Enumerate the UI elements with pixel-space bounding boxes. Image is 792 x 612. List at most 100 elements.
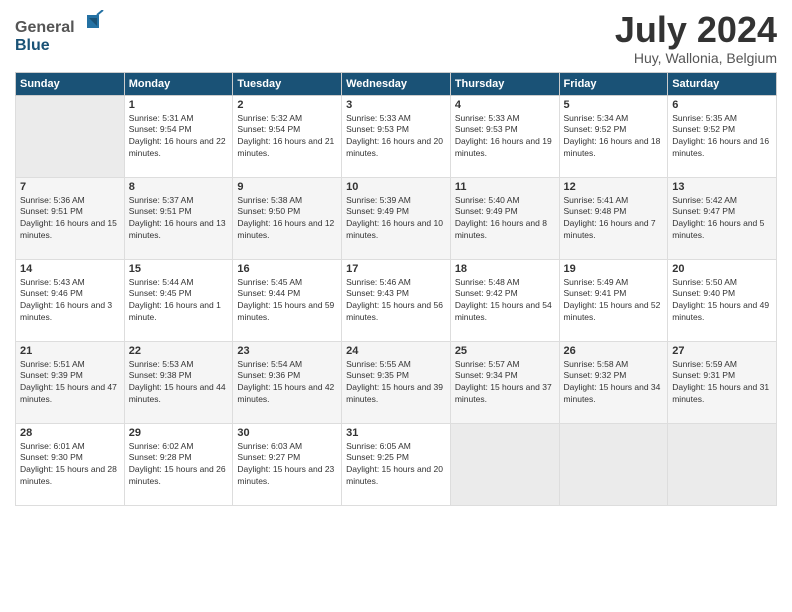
day-number: 2 <box>237 99 337 111</box>
calendar-cell: 27 Sunrise: 5:59 AMSunset: 9:31 PMDayligh… <box>668 341 777 423</box>
calendar-cell: 8Sunrise: 5:37 AMSunset: 9:51 PMDaylight… <box>124 177 233 259</box>
day-info: Sunrise: 5:45 AMSunset: 9:44 PMDaylight:… <box>237 277 337 325</box>
day-number: 12 <box>564 181 664 193</box>
calendar-cell <box>559 423 668 505</box>
day-info: Sunrise: 5:32 AMSunset: 9:54 PMDaylight:… <box>237 113 337 161</box>
calendar-cell: 1Sunrise: 5:31 AMSunset: 9:54 PMDaylight… <box>124 95 233 177</box>
location-title: Huy, Wallonia, Belgium <box>615 50 777 66</box>
calendar-container: General Blue July 2024 Huy, Wallonia, Be… <box>0 0 792 516</box>
day-number: 28 <box>20 427 120 439</box>
logo-text: General Blue <box>15 10 105 60</box>
day-number: 17 <box>346 263 446 275</box>
day-number: 1 <box>129 99 229 111</box>
day-info: Sunrise: 5:39 AMSunset: 9:49 PMDaylight:… <box>346 195 446 243</box>
calendar-cell: 3 Sunrise: 5:33 AMSunset: 9:53 PMDaylight… <box>342 95 451 177</box>
weekday-header: Monday <box>124 72 233 95</box>
calendar-cell: 16 Sunrise: 5:45 AMSunset: 9:44 PMDayligh… <box>233 259 342 341</box>
day-info: Sunrise: 5:54 AMSunset: 9:36 PMDaylight:… <box>237 359 337 407</box>
day-number: 18 <box>455 263 555 275</box>
weekday-header: Wednesday <box>342 72 451 95</box>
day-number: 30 <box>237 427 337 439</box>
calendar-cell: 12 Sunrise: 5:41 AMSunset: 9:48 PMDayligh… <box>559 177 668 259</box>
day-info: Sunrise: 5:46 AMSunset: 9:43 PMDaylight:… <box>346 277 446 325</box>
title-area: July 2024 Huy, Wallonia, Belgium <box>615 10 777 66</box>
day-number: 15 <box>129 263 229 275</box>
day-number: 25 <box>455 345 555 357</box>
weekday-header: Tuesday <box>233 72 342 95</box>
day-info: Sunrise: 5:41 AMSunset: 9:48 PMDaylight:… <box>564 195 664 243</box>
weekday-header: Thursday <box>450 72 559 95</box>
calendar-cell: 7Sunrise: 5:36 AMSunset: 9:51 PMDaylight… <box>16 177 125 259</box>
weekday-header: Saturday <box>668 72 777 95</box>
day-info: Sunrise: 5:44 AMSunset: 9:45 PMDaylight:… <box>129 277 229 325</box>
calendar-cell: 17 Sunrise: 5:46 AMSunset: 9:43 PMDayligh… <box>342 259 451 341</box>
weekday-header: Sunday <box>16 72 125 95</box>
day-info: Sunrise: 5:40 AMSunset: 9:49 PMDaylight:… <box>455 195 555 243</box>
day-number: 14 <box>20 263 120 275</box>
header: General Blue July 2024 Huy, Wallonia, Be… <box>15 10 777 66</box>
calendar-table: SundayMondayTuesdayWednesdayThursdayFrid… <box>15 72 777 506</box>
calendar-cell: 18 Sunrise: 5:48 AMSunset: 9:42 PMDayligh… <box>450 259 559 341</box>
day-info: Sunrise: 5:59 AMSunset: 9:31 PMDaylight:… <box>672 359 772 407</box>
calendar-cell: 21 Sunrise: 5:51 AMSunset: 9:39 PMDayligh… <box>16 341 125 423</box>
day-number: 16 <box>237 263 337 275</box>
day-info: Sunrise: 5:48 AMSunset: 9:42 PMDaylight:… <box>455 277 555 325</box>
svg-text:Blue: Blue <box>15 37 50 54</box>
calendar-cell <box>16 95 125 177</box>
calendar-cell: 10 Sunrise: 5:39 AMSunset: 9:49 PMDayligh… <box>342 177 451 259</box>
calendar-cell: 26 Sunrise: 5:58 AMSunset: 9:32 PMDayligh… <box>559 341 668 423</box>
day-info: Sunrise: 5:38 AMSunset: 9:50 PMDaylight:… <box>237 195 337 243</box>
calendar-cell: 14Sunrise: 5:43 AMSunset: 9:46 PMDayligh… <box>16 259 125 341</box>
day-number: 3 <box>346 99 446 111</box>
day-number: 6 <box>672 99 772 111</box>
month-title: July 2024 <box>615 10 777 50</box>
calendar-cell: 30 Sunrise: 6:03 AMSunset: 9:27 PMDayligh… <box>233 423 342 505</box>
calendar-cell: 5 Sunrise: 5:34 AMSunset: 9:52 PMDaylight… <box>559 95 668 177</box>
calendar-cell: 4Sunrise: 5:33 AMSunset: 9:53 PMDaylight… <box>450 95 559 177</box>
calendar-cell: 13Sunrise: 5:42 AMSunset: 9:47 PMDayligh… <box>668 177 777 259</box>
day-number: 19 <box>564 263 664 275</box>
calendar-week-row: 1Sunrise: 5:31 AMSunset: 9:54 PMDaylight… <box>16 95 777 177</box>
calendar-cell <box>668 423 777 505</box>
calendar-week-row: 21 Sunrise: 5:51 AMSunset: 9:39 PMDayligh… <box>16 341 777 423</box>
day-number: 9 <box>237 181 337 193</box>
day-number: 27 <box>672 345 772 357</box>
day-info: Sunrise: 5:34 AMSunset: 9:52 PMDaylight:… <box>564 113 664 161</box>
day-number: 5 <box>564 99 664 111</box>
calendar-cell: 29Sunrise: 6:02 AMSunset: 9:28 PMDayligh… <box>124 423 233 505</box>
calendar-cell: 11 Sunrise: 5:40 AMSunset: 9:49 PMDayligh… <box>450 177 559 259</box>
calendar-cell: 23 Sunrise: 5:54 AMSunset: 9:36 PMDayligh… <box>233 341 342 423</box>
day-info: Sunrise: 5:35 AMSunset: 9:52 PMDaylight:… <box>672 113 772 161</box>
day-info: Sunrise: 5:33 AMSunset: 9:53 PMDaylight:… <box>455 113 555 161</box>
calendar-cell: 22 Sunrise: 5:53 AMSunset: 9:38 PMDayligh… <box>124 341 233 423</box>
calendar-cell: 31Sunrise: 6:05 AMSunset: 9:25 PMDayligh… <box>342 423 451 505</box>
day-number: 10 <box>346 181 446 193</box>
day-number: 22 <box>129 345 229 357</box>
calendar-cell: 28Sunrise: 6:01 AMSunset: 9:30 PMDayligh… <box>16 423 125 505</box>
calendar-cell: 9 Sunrise: 5:38 AMSunset: 9:50 PMDaylight… <box>233 177 342 259</box>
day-number: 11 <box>455 181 555 193</box>
day-number: 21 <box>20 345 120 357</box>
day-number: 7 <box>20 181 120 193</box>
day-info: Sunrise: 6:05 AMSunset: 9:25 PMDaylight:… <box>346 441 446 489</box>
calendar-cell: 6 Sunrise: 5:35 AMSunset: 9:52 PMDaylight… <box>668 95 777 177</box>
day-info: Sunrise: 5:57 AMSunset: 9:34 PMDaylight:… <box>455 359 555 407</box>
calendar-cell: 20Sunrise: 5:50 AMSunset: 9:40 PMDayligh… <box>668 259 777 341</box>
calendar-week-row: 7Sunrise: 5:36 AMSunset: 9:51 PMDaylight… <box>16 177 777 259</box>
day-info: Sunrise: 5:50 AMSunset: 9:40 PMDaylight:… <box>672 277 772 325</box>
day-number: 23 <box>237 345 337 357</box>
calendar-cell: 25 Sunrise: 5:57 AMSunset: 9:34 PMDayligh… <box>450 341 559 423</box>
day-number: 26 <box>564 345 664 357</box>
day-info: Sunrise: 5:51 AMSunset: 9:39 PMDaylight:… <box>20 359 120 407</box>
calendar-cell: 15 Sunrise: 5:44 AMSunset: 9:45 PMDayligh… <box>124 259 233 341</box>
day-info: Sunrise: 5:33 AMSunset: 9:53 PMDaylight:… <box>346 113 446 161</box>
day-info: Sunrise: 6:02 AMSunset: 9:28 PMDaylight:… <box>129 441 229 489</box>
day-info: Sunrise: 5:53 AMSunset: 9:38 PMDaylight:… <box>129 359 229 407</box>
day-info: Sunrise: 5:55 AMSunset: 9:35 PMDaylight:… <box>346 359 446 407</box>
day-info: Sunrise: 5:58 AMSunset: 9:32 PMDaylight:… <box>564 359 664 407</box>
day-info: Sunrise: 6:03 AMSunset: 9:27 PMDaylight:… <box>237 441 337 489</box>
day-number: 13 <box>672 181 772 193</box>
calendar-week-row: 28Sunrise: 6:01 AMSunset: 9:30 PMDayligh… <box>16 423 777 505</box>
calendar-cell: 19Sunrise: 5:49 AMSunset: 9:41 PMDayligh… <box>559 259 668 341</box>
svg-text:General: General <box>15 19 75 36</box>
